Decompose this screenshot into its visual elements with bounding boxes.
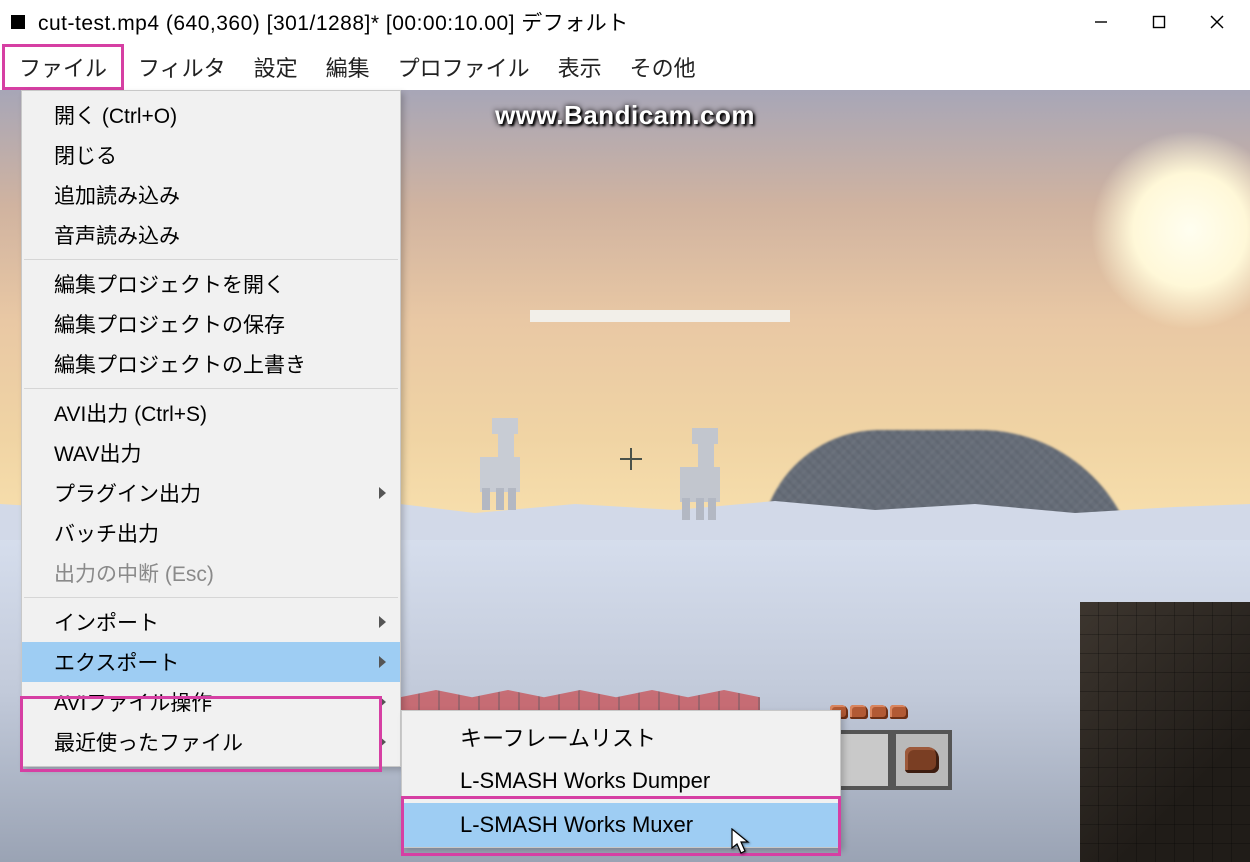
file-menu-item[interactable]: 編集プロジェクトを開く bbox=[22, 264, 400, 304]
file-menu-item[interactable]: バッチ出力 bbox=[22, 513, 400, 553]
file-menu-item[interactable]: 出力の中断 (Esc) bbox=[22, 553, 400, 593]
maximize-button[interactable] bbox=[1130, 0, 1188, 44]
hud-hunger bbox=[830, 705, 908, 719]
file-menu-item[interactable]: インポート bbox=[22, 602, 400, 642]
file-dropdown: 開く (Ctrl+O)閉じる追加読み込み音声読み込み編集プロジェクトを開く編集プ… bbox=[21, 90, 401, 767]
file-menu-item[interactable]: 音声読み込み bbox=[22, 215, 400, 255]
menubar: ファイル フィルタ 設定 編集 プロファイル 表示 その他 bbox=[0, 44, 1250, 90]
menu-edit[interactable]: 編集 bbox=[312, 44, 384, 90]
file-menu-item[interactable]: AVI出力 (Ctrl+S) bbox=[22, 393, 400, 433]
file-menu-item[interactable]: エクスポート bbox=[22, 642, 400, 682]
file-menu-item[interactable]: 最近使ったファイル bbox=[22, 722, 400, 762]
menu-filter[interactable]: フィルタ bbox=[124, 44, 240, 90]
menu-separator bbox=[24, 597, 398, 598]
menu-profile[interactable]: プロファイル bbox=[384, 44, 544, 90]
file-menu-item[interactable]: AVIファイル操作 bbox=[22, 682, 400, 722]
file-menu-item[interactable]: 開く (Ctrl+O) bbox=[22, 95, 400, 135]
menu-settings[interactable]: 設定 bbox=[240, 44, 312, 90]
file-menu-item[interactable]: 追加読み込み bbox=[22, 175, 400, 215]
export-submenu: キーフレームリストL-SMASH Works DumperL-SMASH Wor… bbox=[401, 710, 841, 848]
close-button[interactable] bbox=[1188, 0, 1246, 44]
menu-other[interactable]: その他 bbox=[616, 44, 710, 90]
hotbar bbox=[832, 730, 952, 790]
cursor-icon bbox=[730, 828, 752, 856]
export-submenu-item[interactable]: L-SMASH Works Muxer bbox=[402, 803, 840, 847]
menu-file[interactable]: ファイル bbox=[2, 44, 124, 90]
file-menu-item[interactable]: 閉じる bbox=[22, 135, 400, 175]
titlebar: cut-test.mp4 (640,360) [301/1288]* [00:0… bbox=[0, 0, 1250, 44]
file-menu-item[interactable]: 編集プロジェクトの上書き bbox=[22, 344, 400, 384]
export-submenu-item[interactable]: キーフレームリスト bbox=[402, 715, 840, 759]
minimize-button[interactable] bbox=[1072, 0, 1130, 44]
file-menu-item[interactable]: WAV出力 bbox=[22, 433, 400, 473]
app-icon bbox=[8, 12, 28, 32]
menu-separator bbox=[24, 388, 398, 389]
crosshair-icon bbox=[620, 448, 642, 470]
menu-separator bbox=[24, 259, 398, 260]
export-submenu-item[interactable]: L-SMASH Works Dumper bbox=[402, 759, 840, 803]
hotbar-slot bbox=[832, 730, 892, 790]
file-menu-item[interactable]: プラグイン出力 bbox=[22, 473, 400, 513]
watermark: www.Bandicam.com bbox=[495, 100, 755, 131]
window-title: cut-test.mp4 (640,360) [301/1288]* [00:0… bbox=[38, 7, 1072, 37]
hotbar-slot bbox=[892, 730, 952, 790]
menu-view[interactable]: 表示 bbox=[544, 44, 616, 90]
file-menu-item[interactable]: 編集プロジェクトの保存 bbox=[22, 304, 400, 344]
